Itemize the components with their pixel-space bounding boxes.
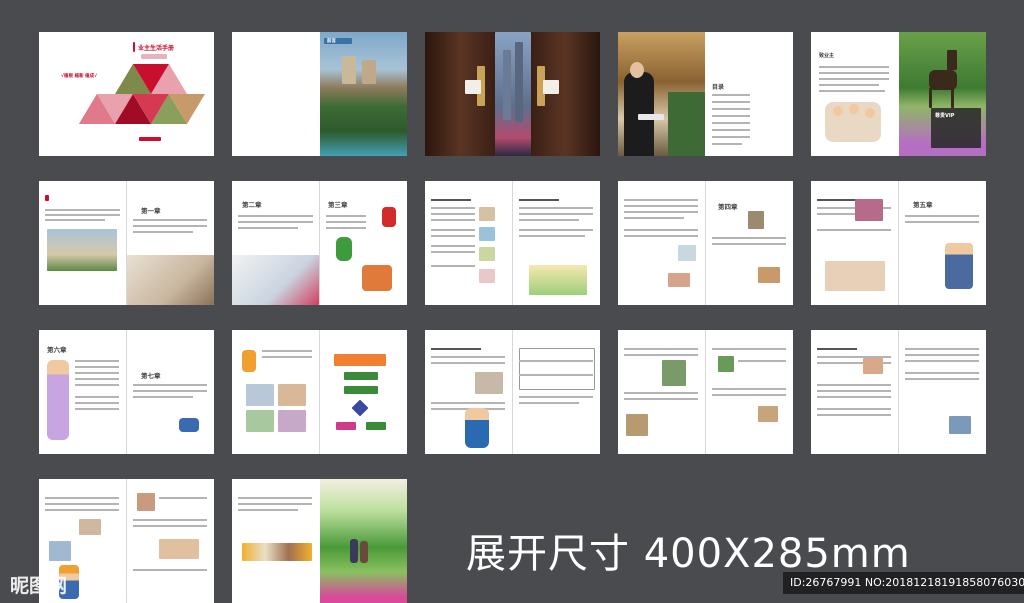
no-smoking-illustration [825,261,885,291]
triangle-pattern [79,64,205,124]
flowchart-box-1 [334,354,386,366]
flowchart-box-3 [344,386,378,394]
spread-ch5: 第五章 [811,181,986,305]
watermark-logo: 昵图网 [10,575,68,597]
resort-photo: 前言 [320,32,407,156]
spread-cover: 业主生活手册 √植根 植新 植成√ [39,32,214,156]
welcome-title: 致业主 [819,53,835,59]
deer-photo: 尊贵VIP [899,32,986,156]
fee-table [519,348,595,390]
spread-ch6-ch7: 第六章 第七章 [39,330,214,454]
ch1-title: 第一章 [141,207,161,215]
ch4-title: 第四章 [718,203,738,211]
flowchart-box-4 [336,422,356,430]
park-photo [320,479,407,603]
spread-door [425,32,600,156]
spread-welcome: 致业主 尊贵VIP [811,32,986,156]
spread-ch4: 第四章 [618,181,793,305]
spread-repair [425,330,600,454]
worker-illustration [242,350,256,372]
spread-preface: 前言 [232,32,407,156]
spread-ch1: 第一章 [39,181,214,305]
telephone-icon [179,418,199,432]
furniture-illustration [242,543,312,561]
repairman-illustration [465,408,489,448]
house-illustration [529,265,587,295]
ch1-photo [127,255,214,305]
ch5-title: 第五章 [913,201,933,209]
woman-illustration [47,360,69,440]
mascot-icon [336,237,352,261]
ch7-title: 第七章 [141,372,161,380]
spread-text-a [425,181,600,305]
ch2-title: 第二章 [242,201,262,209]
spread-ch2-ch3: 第二章 第三章 [232,181,407,305]
company-logo [139,137,161,141]
ch2-photo [232,255,319,305]
dimension-caption: 展开尺寸 400X285mm [466,531,911,577]
spread-contents: 目录 [618,32,793,156]
watermark-id: ID:26767991 NO:20181218191858076030 [790,576,1024,589]
spread-back [232,479,407,603]
vip-title: 尊贵VIP [935,113,955,119]
building-photo [47,229,117,271]
flowchart-box-2 [344,372,378,380]
butler-photo [618,32,705,156]
preface-title: 前言 [327,39,336,44]
spread-rules [811,330,986,454]
couple-illustration [945,243,973,289]
city-view [495,32,531,156]
watermark-url: www.nipic.com [88,576,194,592]
ch3-title: 第三章 [328,201,348,209]
flowchart-diamond [351,399,369,417]
spread-services [618,330,793,454]
spread-flowchart [232,330,407,454]
flowchart-box-5 [366,422,386,430]
contents-title: 目录 [712,84,725,91]
ch6-title: 第六章 [47,346,67,354]
fire-extinguisher-icon [382,207,396,227]
